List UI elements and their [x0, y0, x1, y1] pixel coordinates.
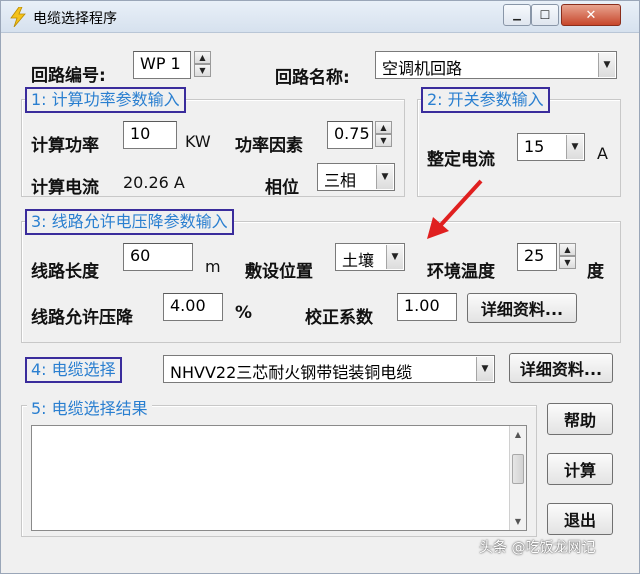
power-field[interactable]: 10	[123, 121, 177, 149]
power-factor-field[interactable]: 0.75	[327, 121, 373, 149]
power-params-title: 1: 计算功率参数输入	[25, 87, 186, 113]
chevron-down-icon[interactable]: ▼	[566, 135, 583, 159]
spin-up-icon[interactable]: ▲	[559, 243, 576, 256]
cable-select-title: 4: 电缆选择	[25, 357, 122, 383]
chevron-down-icon[interactable]: ▼	[376, 165, 393, 189]
laying-value: 土壤	[342, 251, 375, 270]
window-title: 电缆选择程序	[33, 11, 117, 27]
spin-down-icon[interactable]: ▼	[375, 134, 392, 147]
result-title: 5: 电缆选择结果	[27, 395, 152, 419]
current-label: 计算电流	[31, 178, 99, 198]
circuit-name-value: 空调机回路	[382, 59, 463, 78]
circuit-number-field[interactable]: WP 1	[133, 51, 191, 79]
minimize-icon: ▁	[513, 9, 521, 21]
result-scrollbar[interactable]: ▲ ▼	[509, 426, 526, 530]
spin-down-icon[interactable]: ▼	[559, 256, 576, 269]
circuit-name-label: 回路名称:	[275, 68, 350, 88]
phase-dropdown[interactable]: 三相 ▼	[317, 163, 395, 191]
annotation-arrow-icon	[427, 179, 483, 239]
chevron-down-icon[interactable]: ▼	[598, 53, 615, 77]
setting-current-value: 15	[524, 137, 545, 156]
scroll-thumb[interactable]	[512, 454, 524, 484]
line-length-label: 线路长度	[31, 262, 99, 282]
maximize-button[interactable]: ☐	[531, 4, 559, 26]
laying-label: 敷设位置	[245, 262, 313, 282]
chevron-down-icon[interactable]: ▼	[386, 245, 403, 269]
circuit-name-dropdown[interactable]: 空调机回路 ▼	[375, 51, 617, 79]
circuit-number-label: 回路编号:	[31, 66, 106, 86]
allowed-drop-unit: %	[235, 303, 253, 323]
line-length-unit: m	[205, 257, 221, 276]
help-button[interactable]: 帮助	[547, 403, 613, 435]
correction-field[interactable]: 1.00	[397, 293, 457, 321]
chevron-down-icon[interactable]: ▼	[476, 357, 493, 381]
line-details-button[interactable]: 详细资料...	[467, 293, 577, 323]
power-label: 计算功率	[31, 136, 99, 156]
result-textarea[interactable]: ▲ ▼	[31, 425, 527, 531]
power-unit: KW	[185, 132, 211, 151]
voltage-drop-title: 3: 线路允许电压降参数输入	[25, 209, 234, 235]
setting-current-unit: A	[597, 144, 608, 163]
minimize-button[interactable]: ▁	[503, 4, 531, 26]
phase-label: 相位	[265, 178, 299, 198]
allowed-drop-field[interactable]: 4.00	[163, 293, 223, 321]
app-window: 电缆选择程序 ▁ ☐ ✕ 回路编号: WP 1 ▲ ▼ 回路名称: 空调机回路 …	[0, 0, 640, 574]
calculate-button[interactable]: 计算	[547, 453, 613, 485]
scroll-up-icon[interactable]: ▲	[510, 426, 526, 443]
maximize-icon: ☐	[539, 8, 551, 22]
lightning-icon	[10, 7, 26, 27]
allowed-drop-label: 线路允许压降	[31, 308, 133, 328]
cable-details-button[interactable]: 详细资料...	[509, 353, 613, 383]
circuit-number-spinner[interactable]: ▲ ▼	[194, 51, 211, 77]
cable-dropdown[interactable]: NHVV22三芯耐火钢带铠装铜电缆 ▼	[163, 355, 495, 383]
switch-params-title: 2: 开关参数输入	[421, 87, 550, 113]
temperature-unit: 度	[587, 262, 604, 282]
correction-label: 校正系数	[305, 308, 373, 328]
close-button[interactable]: ✕	[561, 4, 621, 26]
temperature-spinner[interactable]: ▲ ▼	[559, 243, 576, 269]
phase-value: 三相	[324, 171, 357, 190]
title-bar: 电缆选择程序 ▁ ☐ ✕	[1, 1, 639, 33]
temperature-field[interactable]: 25	[517, 243, 557, 271]
spin-down-icon[interactable]: ▼	[194, 64, 211, 77]
temperature-label: 环境温度	[427, 262, 495, 282]
watermark: 头条 @吃饭龙网记	[479, 540, 596, 556]
setting-current-label: 整定电流	[427, 150, 495, 170]
power-factor-label: 功率因素	[235, 136, 303, 156]
spin-up-icon[interactable]: ▲	[375, 121, 392, 134]
current-value: 20.26 A	[123, 173, 185, 192]
line-length-field[interactable]: 60	[123, 243, 193, 271]
scroll-down-icon[interactable]: ▼	[510, 513, 526, 530]
exit-button[interactable]: 退出	[547, 503, 613, 535]
spin-up-icon[interactable]: ▲	[194, 51, 211, 64]
setting-current-dropdown[interactable]: 15 ▼	[517, 133, 585, 161]
cable-value: NHVV22三芯耐火钢带铠装铜电缆	[170, 363, 413, 382]
power-factor-spinner[interactable]: ▲ ▼	[375, 121, 392, 147]
close-icon: ✕	[585, 7, 597, 23]
laying-dropdown[interactable]: 土壤 ▼	[335, 243, 405, 271]
